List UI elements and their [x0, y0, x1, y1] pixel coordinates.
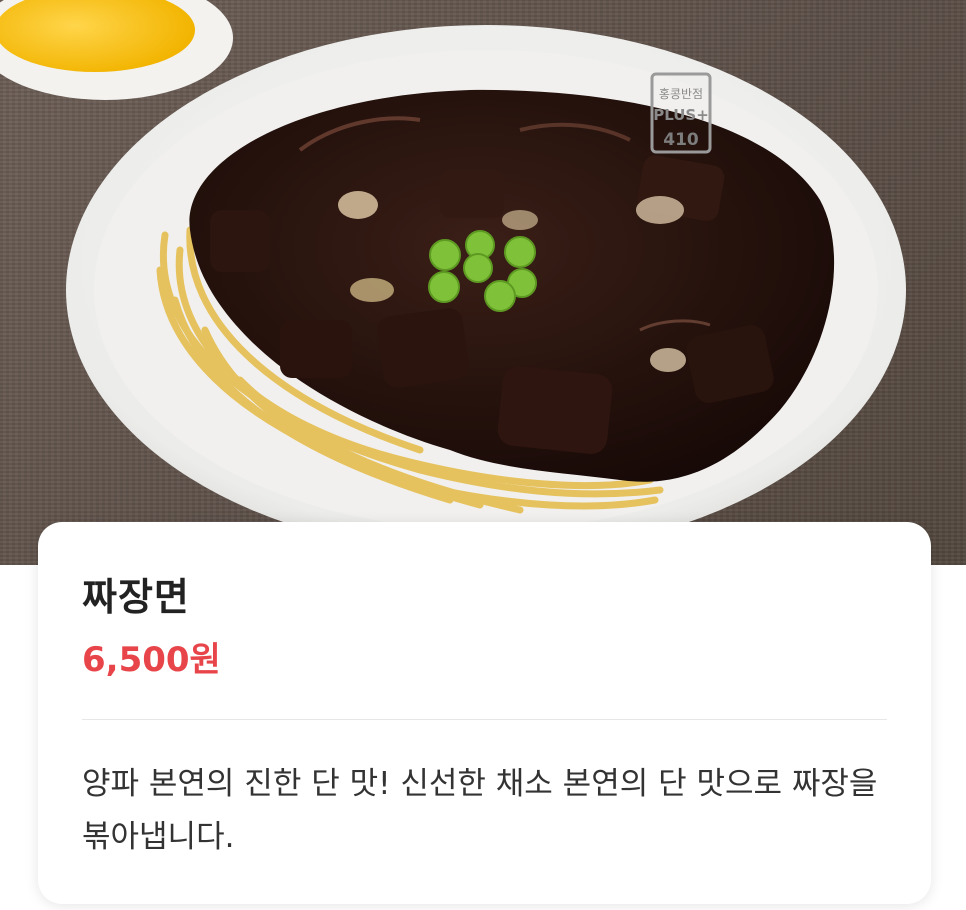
bowl-logo-line1: 홍콩반점: [659, 87, 703, 101]
menu-description: 양파 본연의 진한 단 맛! 신선한 채소 본연의 단 맛으로 짜장을 볶아냅니…: [82, 766, 878, 855]
menu-photo: 홍콩반점 PLUS+ 410: [0, 0, 966, 565]
menu-name: 짜장면: [82, 575, 190, 619]
divider: [82, 719, 887, 720]
side-dish-bowl: [0, 0, 233, 100]
bowl-logo-line3: 410: [663, 130, 699, 150]
jajangmyeon-photo-illustration: 홍콩반점 PLUS+ 410: [0, 0, 906, 555]
menu-price: 6,500원: [82, 640, 221, 680]
menu-info-card: 짜장면 6,500원 양파 본연의 진한 단 맛! 신선한 채소 본연의 단 맛…: [38, 522, 931, 904]
bowl-logo-line2: PLUS+: [653, 106, 709, 124]
